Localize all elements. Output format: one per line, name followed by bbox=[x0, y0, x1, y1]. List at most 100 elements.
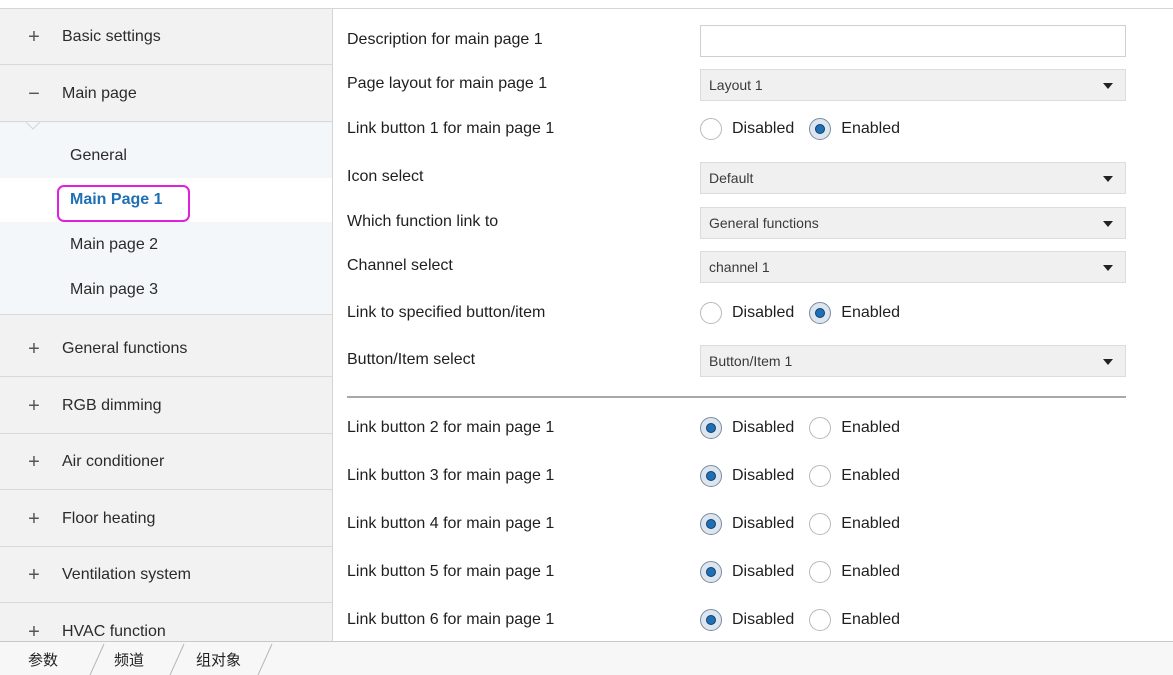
select-value: channel 1 bbox=[709, 259, 770, 275]
radio-circle bbox=[700, 561, 722, 583]
expand-icon: + bbox=[28, 450, 40, 473]
tab-channels[interactable]: 频道 bbox=[114, 649, 144, 670]
function-select[interactable]: General functions bbox=[700, 207, 1126, 239]
window: + Basic settings − Main page General Mai… bbox=[0, 0, 1173, 675]
sidebar-subitem-general[interactable]: General bbox=[0, 134, 332, 178]
collapse-icon: − bbox=[28, 82, 40, 105]
radio-enabled[interactable]: Enabled bbox=[809, 465, 900, 487]
radio-circle bbox=[809, 118, 832, 140]
radio-label: Enabled bbox=[841, 304, 900, 321]
channel-select[interactable]: channel 1 bbox=[700, 251, 1126, 283]
pointer-arrow-icon bbox=[26, 122, 40, 130]
button-item-select[interactable]: Button/Item 1 bbox=[700, 345, 1126, 377]
tab-group-objects[interactable]: 组对象 bbox=[196, 649, 241, 670]
param-label: Icon select bbox=[347, 168, 424, 185]
radio-disabled[interactable]: Disabled bbox=[700, 118, 794, 140]
param-row-channel: Channel select channel 1 bbox=[333, 244, 1173, 288]
param-label: Channel select bbox=[347, 257, 453, 274]
sidebar-item-rgb-dimming[interactable]: + RGB dimming bbox=[0, 378, 332, 434]
param-label: Description for main page 1 bbox=[347, 31, 543, 48]
radio-disabled[interactable]: Disabled bbox=[700, 302, 794, 324]
radio-label: Enabled bbox=[841, 515, 900, 532]
param-row-icon: Icon select Default bbox=[333, 155, 1173, 199]
param-label: Link button 3 for main page 1 bbox=[347, 467, 555, 484]
top-border bbox=[0, 0, 1173, 9]
radio-enabled[interactable]: Enabled bbox=[809, 609, 900, 631]
radio-group: Disabled Enabled bbox=[700, 502, 915, 546]
radio-circle bbox=[700, 513, 722, 535]
sidebar-item-label: General functions bbox=[62, 339, 188, 357]
sidebar-item-label: Basic settings bbox=[62, 27, 161, 45]
param-label: Link button 2 for main page 1 bbox=[347, 419, 555, 436]
radio-disabled[interactable]: Disabled bbox=[700, 561, 794, 583]
radio-circle bbox=[700, 417, 722, 439]
param-label: Which function link to bbox=[347, 213, 499, 230]
param-row-link6: Link button 6 for main page 1 Disabled E… bbox=[333, 598, 1173, 642]
radio-enabled[interactable]: Enabled bbox=[809, 302, 900, 324]
sidebar-item-main-page[interactable]: − Main page bbox=[0, 66, 332, 122]
param-label: Button/Item select bbox=[347, 351, 476, 368]
radio-label: Disabled bbox=[732, 467, 795, 484]
expand-icon: + bbox=[28, 563, 40, 586]
sidebar-item-basic-settings[interactable]: + Basic settings bbox=[0, 9, 332, 65]
radio-disabled[interactable]: Disabled bbox=[700, 513, 794, 535]
dropdown-arrow-icon bbox=[1103, 359, 1113, 365]
description-input[interactable] bbox=[700, 25, 1126, 57]
sidebar-item-label: Air conditioner bbox=[62, 452, 165, 470]
sidebar-item-ventilation-system[interactable]: + Ventilation system bbox=[0, 547, 332, 603]
radio-group: Disabled Enabled bbox=[700, 107, 915, 151]
select-value: General functions bbox=[709, 215, 819, 231]
select-value: Default bbox=[709, 170, 754, 186]
expand-icon: + bbox=[28, 394, 40, 417]
sidebar-subitem-main-page-3[interactable]: Main page 3 bbox=[0, 268, 332, 312]
radio-label: Enabled bbox=[841, 611, 900, 628]
sidebar-item-floor-heating[interactable]: + Floor heating bbox=[0, 491, 332, 547]
select-value: Button/Item 1 bbox=[709, 353, 793, 369]
parameter-panel: Description for main page 1 Page layout … bbox=[333, 9, 1173, 641]
radio-group: Disabled Enabled bbox=[700, 406, 915, 450]
sidebar-item-label: Main page bbox=[62, 84, 137, 102]
sidebar-subitem-label: General bbox=[70, 147, 127, 164]
param-row-description: Description for main page 1 bbox=[333, 18, 1173, 62]
sidebar-item-label: HVAC function bbox=[62, 622, 166, 640]
param-row-button-item: Button/Item select Button/Item 1 bbox=[333, 338, 1173, 382]
sidebar-subitem-label: Main page 2 bbox=[70, 236, 159, 253]
sidebar-subitem-main-page-2[interactable]: Main page 2 bbox=[0, 223, 332, 267]
radio-disabled[interactable]: Disabled bbox=[700, 417, 794, 439]
radio-label: Enabled bbox=[841, 419, 900, 436]
radio-circle bbox=[700, 609, 722, 631]
sidebar-item-label: Floor heating bbox=[62, 509, 156, 527]
radio-enabled[interactable]: Enabled bbox=[809, 561, 900, 583]
sidebar-item-hvac-function[interactable]: + HVAC function bbox=[0, 604, 332, 642]
sidebar-item-label: Ventilation system bbox=[62, 565, 191, 583]
radio-disabled[interactable]: Disabled bbox=[700, 609, 794, 631]
radio-enabled[interactable]: Enabled bbox=[809, 513, 900, 535]
radio-disabled[interactable]: Disabled bbox=[700, 465, 794, 487]
radio-label: Disabled bbox=[732, 419, 795, 436]
radio-circle bbox=[809, 609, 832, 631]
radio-label: Disabled bbox=[732, 515, 795, 532]
radio-group: Disabled Enabled bbox=[700, 454, 915, 498]
radio-label: Disabled bbox=[732, 611, 795, 628]
radio-enabled[interactable]: Enabled bbox=[809, 417, 900, 439]
sidebar: + Basic settings − Main page General Mai… bbox=[0, 9, 333, 641]
radio-circle bbox=[809, 417, 832, 439]
tab-parameters[interactable]: 参数 bbox=[28, 649, 58, 670]
sidebar-item-general-functions[interactable]: + General functions bbox=[0, 321, 332, 377]
dropdown-arrow-icon bbox=[1103, 83, 1113, 89]
radio-group: Disabled Enabled bbox=[700, 598, 915, 642]
expand-icon: + bbox=[28, 25, 40, 48]
select-value: Layout 1 bbox=[709, 77, 763, 93]
radio-circle bbox=[809, 465, 832, 487]
radio-enabled[interactable]: Enabled bbox=[809, 118, 900, 140]
layout-select[interactable]: Layout 1 bbox=[700, 69, 1126, 101]
radio-label: Enabled bbox=[841, 467, 900, 484]
param-row-link4: Link button 4 for main page 1 Disabled E… bbox=[333, 502, 1173, 546]
radio-circle bbox=[700, 465, 722, 487]
radio-circle bbox=[809, 513, 832, 535]
param-label: Link to specified button/item bbox=[347, 304, 546, 321]
radio-circle bbox=[809, 302, 832, 324]
sidebar-item-air-conditioner[interactable]: + Air conditioner bbox=[0, 434, 332, 490]
param-label: Link button 1 for main page 1 bbox=[347, 120, 555, 137]
icon-select[interactable]: Default bbox=[700, 162, 1126, 194]
